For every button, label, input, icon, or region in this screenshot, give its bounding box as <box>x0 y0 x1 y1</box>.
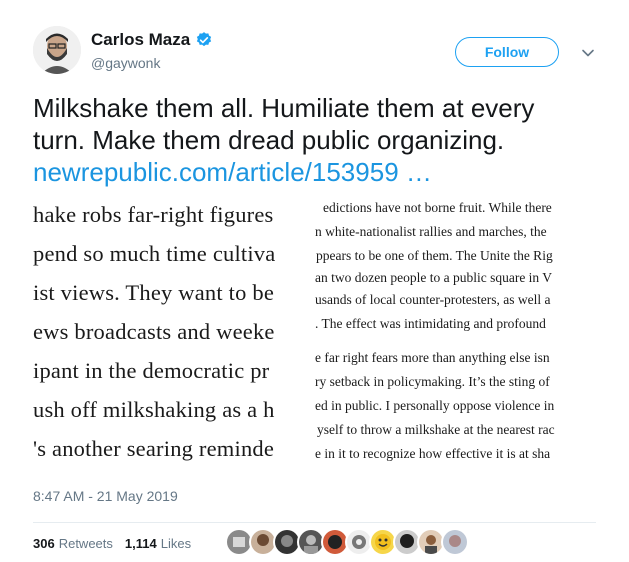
article-text-line: edictions have not borne fruit. While th… <box>323 200 552 215</box>
name-row: Carlos Maza <box>91 30 213 50</box>
article-text-line: ews broadcasts and weeke <box>33 319 275 344</box>
likes-count: 1,114 <box>124 536 157 551</box>
article-text-line: ppears to be one of them. The Unite the … <box>316 248 553 263</box>
verified-badge-icon <box>197 32 212 47</box>
article-text-line: an two dozen people to a public square i… <box>315 270 553 285</box>
chevron-down-icon[interactable] <box>581 46 595 60</box>
retweets-label: Retweets <box>58 536 113 551</box>
article-text-line: ipant in the democratic pr <box>33 358 270 383</box>
liker-avatars <box>225 528 469 556</box>
tweet-text-line: Milkshake them all. Humiliate them at ev… <box>33 93 535 123</box>
liker-avatar[interactable] <box>441 528 469 556</box>
tweet-text: Milkshake them all. Humiliate them at ev… <box>33 92 593 188</box>
article-screenshot-image[interactable]: hake robs far-right figures pend so much… <box>33 194 596 472</box>
article-text-line: e far right fears more than anything els… <box>315 350 550 365</box>
likes-stat[interactable]: 1,114 Likes <box>125 536 191 551</box>
article-left-column: hake robs far-right figures pend so much… <box>33 194 323 472</box>
article-text-line: ist views. They want to be <box>33 280 274 305</box>
article-right-column: edictions have not borne fruit. While th… <box>311 194 596 472</box>
tweet-stats: 306 Retweets 1,114 Likes <box>33 536 203 551</box>
retweets-count: 306 <box>33 536 55 551</box>
retweets-stat[interactable]: 306 Retweets <box>33 536 113 551</box>
user-avatar[interactable] <box>33 26 81 74</box>
display-name[interactable]: Carlos Maza <box>91 30 190 50</box>
article-text-line: . The effect was intimidating and profou… <box>315 316 546 331</box>
likes-label: Likes <box>160 536 192 551</box>
article-text-line: yself to throw a milkshake at the neares… <box>317 422 555 437</box>
article-text-line: ed in public. I personally oppose violen… <box>315 398 555 413</box>
article-text-line: pend so much time cultiva <box>33 241 276 266</box>
article-text-line: e in it to recognize how effective it is… <box>315 446 551 461</box>
article-link[interactable]: newrepublic.com/article/153959 … <box>33 157 432 187</box>
article-text-line: 's another searing reminde <box>33 436 275 461</box>
divider <box>33 522 596 523</box>
article-text-line: ush off milkshaking as a h <box>33 397 275 422</box>
article-text-line: n white-nationalist rallies and marches,… <box>315 224 547 239</box>
user-handle[interactable]: @gaywonk <box>91 55 160 71</box>
tweet-text-line: turn. Make them dread public organizing. <box>33 125 505 155</box>
article-text-line: hake robs far-right figures <box>33 202 274 227</box>
article-text-line: ry setback in policymaking. It’s the sti… <box>315 374 550 389</box>
tweet-header: Carlos Maza @gaywonk Follow <box>33 24 603 80</box>
avatar-image <box>33 26 81 74</box>
follow-button[interactable]: Follow <box>455 37 559 67</box>
article-text-line: usands of local counter-protesters, as w… <box>315 292 551 307</box>
tweet-timestamp[interactable]: 8:47 AM - 21 May 2019 <box>33 488 178 504</box>
